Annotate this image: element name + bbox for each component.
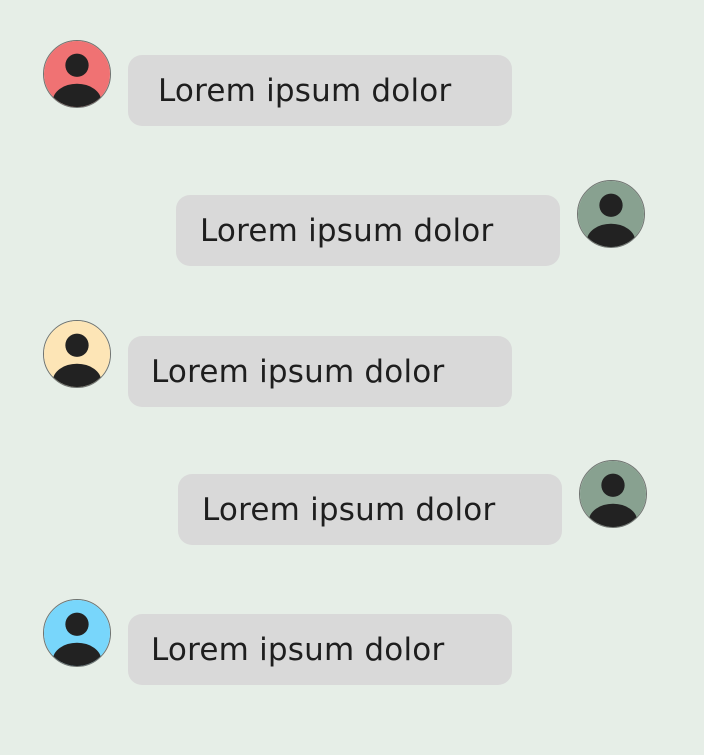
message-bubble: Lorem ipsum dolor — [178, 474, 562, 545]
user-avatar-4 — [579, 460, 647, 528]
person-icon — [44, 600, 110, 666]
message-bubble: Lorem ipsum dolor — [128, 55, 512, 126]
person-icon — [44, 41, 110, 107]
user-avatar-3 — [43, 320, 111, 388]
message-bubble: Lorem ipsum dolor — [176, 195, 560, 266]
message-text: Lorem ipsum dolor — [151, 631, 445, 668]
message-text: Lorem ipsum dolor — [151, 353, 445, 390]
user-avatar-5 — [43, 599, 111, 667]
user-avatar-1 — [43, 40, 111, 108]
message-text: Lorem ipsum dolor — [202, 491, 496, 528]
person-icon — [580, 461, 646, 527]
person-icon — [44, 321, 110, 387]
message-text: Lorem ipsum dolor — [200, 212, 494, 249]
message-bubble: Lorem ipsum dolor — [128, 614, 512, 685]
user-avatar-2 — [577, 180, 645, 248]
message-bubble: Lorem ipsum dolor — [128, 336, 512, 407]
person-icon — [578, 181, 644, 247]
message-text: Lorem ipsum dolor — [158, 72, 452, 109]
